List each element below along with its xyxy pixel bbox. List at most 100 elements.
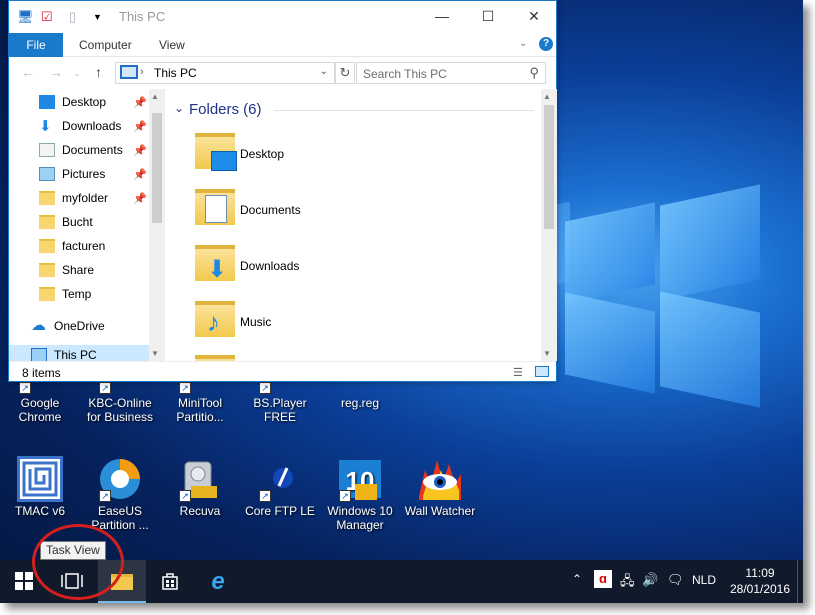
shortcut-arrow-icon: ↗ — [259, 490, 271, 502]
search-placeholder: Search This PC — [363, 67, 447, 81]
recent-locations-icon[interactable]: ⌄ — [73, 68, 81, 79]
address-text: This PC — [154, 66, 197, 80]
wallpaper-logo-pane — [565, 202, 655, 304]
customize-quick-access-icon[interactable]: ▼ — [93, 12, 102, 22]
window-title: This PC — [119, 9, 166, 24]
shortcut-arrow-icon: ↗ — [99, 490, 111, 502]
title-bar[interactable]: 🖥 ☑ ▯ ▼ This PC — ☐ ✕ — [9, 1, 556, 33]
music-note-icon: ♪ — [207, 307, 220, 337]
show-desktop-button[interactable] — [797, 560, 803, 603]
folder-icon: ⬇ — [195, 245, 235, 283]
pin-icon[interactable]: 📌 — [133, 144, 147, 157]
document-overlay-icon — [205, 195, 227, 223]
minimize-button[interactable]: — — [419, 1, 465, 31]
details-view-icon[interactable]: ☰ — [513, 366, 523, 379]
language-indicator[interactable]: NLD — [692, 573, 716, 587]
expand-ribbon-icon[interactable]: ⌄ — [519, 38, 527, 49]
close-button[interactable]: ✕ — [511, 1, 557, 31]
scroll-down-icon[interactable]: ▼ — [543, 349, 551, 358]
volume-icon[interactable]: 🔊 — [642, 572, 658, 588]
shortcut-arrow-icon: ↗ — [179, 382, 191, 394]
downloads-icon: ⬇ — [39, 118, 52, 135]
pictures-icon — [39, 167, 55, 181]
shortcut-arrow-icon: ↗ — [259, 382, 271, 394]
internet-explorer-taskbar-button[interactable]: e — [194, 560, 242, 603]
annotation-highlight-ellipse — [32, 524, 124, 600]
desktop-icon-tmac[interactable]: TMAC v6 — [1, 456, 79, 518]
item-count: 8 items — [22, 366, 61, 380]
help-icon[interactable]: ? — [539, 37, 553, 51]
avira-icon[interactable]: ɑ — [594, 570, 612, 588]
refresh-button[interactable]: ↻ — [335, 62, 355, 84]
recuva-icon: ↗ — [177, 456, 223, 502]
coreftp-icon: ↗ — [257, 456, 303, 502]
clock[interactable]: 11:09 28/01/2016 — [725, 565, 795, 597]
this-pc-icon — [31, 348, 47, 361]
tmac-icon — [17, 456, 63, 502]
breadcrumb-chevron-icon[interactable]: › — [140, 66, 144, 78]
folders-group-header[interactable]: Folders (6) — [189, 101, 262, 118]
pin-icon[interactable]: 📌 — [133, 192, 147, 205]
up-button[interactable]: ↑ — [95, 64, 102, 80]
windows-logo-icon — [15, 572, 33, 590]
forward-button[interactable]: → — [49, 64, 63, 80]
scroll-up-icon[interactable]: ▲ — [151, 92, 159, 101]
group-collapse-icon[interactable]: ⌄ — [174, 101, 184, 115]
address-bar[interactable]: › This PC ⌄ — [115, 62, 335, 84]
scroll-thumb[interactable] — [152, 113, 162, 223]
store-icon — [162, 573, 178, 590]
shortcut-arrow-icon: ↗ — [179, 490, 191, 502]
navigation-pane: Desktop 📌 ⬇ Downloads 📌 Documents 📌 Pict… — [9, 89, 165, 361]
desktop-icon — [39, 95, 55, 109]
search-input[interactable]: Search This PC ⚲ — [356, 62, 546, 84]
this-pc-icon[interactable]: 🖥 — [17, 9, 34, 25]
clock-time: 11:09 — [745, 566, 775, 580]
wallpaper-logo-pane — [565, 292, 655, 394]
nav-item-this-pc[interactable]: This PC — [9, 345, 149, 361]
scroll-up-icon[interactable]: ▲ — [543, 92, 551, 101]
file-explorer-window[interactable]: 🖥 ☑ ▯ ▼ This PC — ☐ ✕ File Computer View… — [8, 0, 557, 382]
pin-icon[interactable]: 📌 — [133, 120, 147, 133]
nav-scrollbar[interactable]: ▲ ▼ — [149, 89, 165, 361]
action-center-icon[interactable]: 🗨 — [667, 572, 684, 588]
wallpaper-logo-pane — [660, 184, 760, 301]
pin-icon[interactable]: 📌 — [133, 96, 147, 109]
windows10-manager-icon: 10 ↗ — [337, 456, 383, 502]
folder-icon — [195, 133, 237, 171]
folder-icon — [39, 263, 55, 277]
desktop-icon-easeus[interactable]: ↗ EaseUS Partition ... — [81, 456, 159, 532]
new-folder-icon[interactable]: ▯ — [69, 9, 76, 25]
large-icons-view-icon[interactable] — [535, 366, 549, 377]
tab-file[interactable]: File — [9, 33, 63, 57]
documents-icon — [39, 143, 55, 157]
scroll-thumb[interactable] — [544, 105, 554, 229]
onedrive-icon: ☁ — [31, 317, 46, 334]
folder-icon — [39, 191, 55, 205]
easeus-icon: ↗ — [97, 456, 143, 502]
tab-view[interactable]: View — [159, 38, 185, 52]
network-icon[interactable]: 🖧 — [620, 572, 635, 594]
internet-explorer-icon: e — [211, 568, 225, 595]
content-scrollbar[interactable]: ▲ ▼ — [541, 89, 557, 361]
properties-icon[interactable]: ☑ — [41, 9, 53, 25]
desktop-icon-recuva[interactable]: ↗ Recuva — [161, 456, 239, 518]
show-hidden-icons-icon[interactable]: ⌃ — [572, 572, 582, 586]
pin-icon[interactable]: 📌 — [133, 168, 147, 181]
content-pane: ⌄ Folders (6) Desktop Documents ⬇ Downlo… — [169, 89, 557, 361]
desktop-icon-coreftp[interactable]: ↗ Core FTP LE — [241, 456, 319, 518]
maximize-button[interactable]: ☐ — [465, 1, 511, 31]
shortcut-arrow-icon: ↗ — [339, 490, 351, 502]
group-divider — [274, 110, 534, 111]
wallpaper-logo-pane — [660, 291, 760, 408]
tab-computer[interactable]: Computer — [79, 38, 132, 52]
scroll-down-icon[interactable]: ▼ — [151, 349, 159, 358]
this-pc-icon — [120, 65, 138, 79]
search-icon: ⚲ — [529, 65, 539, 80]
back-button[interactable]: ← — [21, 64, 35, 80]
address-dropdown-icon[interactable]: ⌄ — [320, 66, 328, 77]
desktop-icon-wallwatcher[interactable]: Wall Watcher — [401, 456, 479, 518]
desktop-icon-windows10-manager[interactable]: 10 ↗ Windows 10 Manager — [321, 456, 399, 532]
folder-icon — [39, 215, 55, 229]
desktop-overlay-icon — [211, 151, 237, 171]
store-taskbar-button[interactable] — [146, 560, 194, 603]
